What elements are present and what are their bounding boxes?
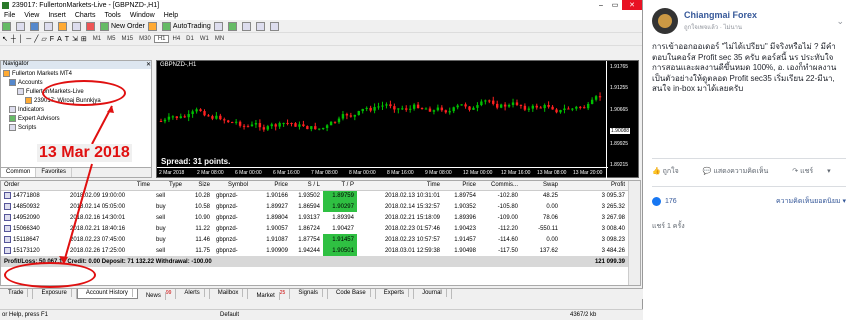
- comment-button[interactable]: 💬 แสดงความคิดเห็น: [703, 166, 781, 177]
- share-label: แชร์: [800, 168, 814, 175]
- page-subtitle: ถูกใจเพจแล้ว · ไม่นาน: [684, 25, 743, 31]
- facebook-post: Chiangmai Forex ถูกใจเพจแล้ว · ไม่นาน ⌄ …: [644, 0, 854, 320]
- comment-label: แสดงความคิดเห็น: [713, 168, 769, 175]
- page-name[interactable]: Chiangmai Forex: [684, 10, 757, 20]
- chevron-down-icon[interactable]: ⌄: [836, 16, 844, 27]
- annotation-date: 13 Mar 2018: [37, 144, 132, 162]
- divider: [652, 158, 846, 159]
- reaction-count[interactable]: 176: [652, 196, 677, 207]
- page-avatar[interactable]: [652, 8, 678, 34]
- mt4-window: 239017: FullertonMarkets-Live - [GBPNZD-…: [0, 0, 643, 320]
- share-count[interactable]: แชร์ 1 ครั้ง: [652, 221, 685, 232]
- like-label: ถูกใจ: [662, 168, 679, 175]
- like-reaction-icon: [652, 197, 661, 206]
- share-button[interactable]: ↷ แชร์ ▾: [792, 166, 830, 177]
- comment-sort[interactable]: ความคิดเห็นยอดนิยม ▾: [776, 196, 846, 207]
- post-text: การเข้าออกออเดอร์ "ไม่ได้เปรียบ" มีจริงห…: [652, 42, 837, 93]
- like-button[interactable]: 👍 ถูกใจ: [652, 166, 691, 177]
- reaction-count-label: 176: [665, 198, 677, 205]
- divider: [652, 186, 846, 187]
